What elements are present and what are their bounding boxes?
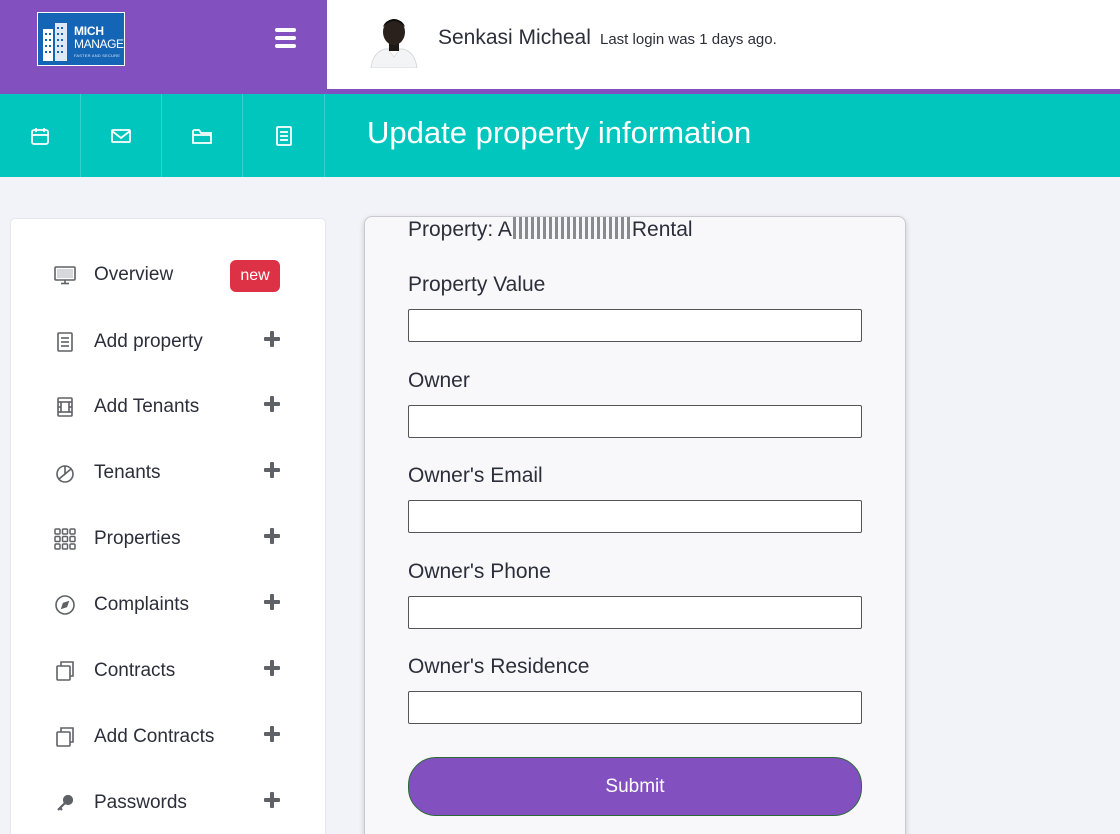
sidebar-item-properties[interactable]: Properties bbox=[11, 514, 327, 564]
calendar-icon[interactable] bbox=[0, 94, 81, 177]
sidebar-item-passwords[interactable]: Passwords bbox=[11, 778, 327, 828]
property-value-input[interactable] bbox=[408, 309, 862, 342]
copy-icon bbox=[51, 659, 79, 683]
mail-icon[interactable] bbox=[81, 94, 162, 177]
compass-icon bbox=[51, 593, 79, 617]
property-prefix: Property: A bbox=[408, 218, 512, 241]
owner-phone-input[interactable] bbox=[408, 596, 862, 629]
submit-button[interactable]: Submit bbox=[408, 757, 862, 816]
grid-icon bbox=[51, 527, 79, 551]
owner-label: Owner bbox=[408, 369, 470, 392]
expand-plus-icon[interactable] bbox=[263, 461, 281, 479]
owner-email-label: Owner's Email bbox=[408, 464, 543, 487]
last-login-text: Last login was 1 days ago. bbox=[600, 31, 777, 48]
expand-plus-icon[interactable] bbox=[263, 725, 281, 743]
owner-residence-label: Owner's Residence bbox=[408, 655, 590, 678]
sidebar-item-add-contracts[interactable]: Add Contracts bbox=[11, 712, 327, 762]
owner-input[interactable] bbox=[408, 405, 862, 438]
sidebar-item-tenants[interactable]: Tenants bbox=[11, 448, 327, 498]
expand-plus-icon[interactable] bbox=[263, 330, 281, 348]
property-suffix: Rental bbox=[631, 218, 693, 241]
sidebar-item-label: Tenants bbox=[94, 462, 161, 483]
page-title: Update property information bbox=[367, 115, 752, 150]
logo-text-line1: MICH bbox=[74, 24, 104, 38]
sidebar-item-add-tenants[interactable]: Add Tenants bbox=[11, 382, 327, 432]
copy-icon bbox=[51, 725, 79, 749]
sidebar-item-label: Overview bbox=[94, 264, 174, 285]
sidebar-item-contracts[interactable]: Contracts bbox=[11, 646, 327, 696]
sidebar-item-add-property[interactable]: Add property bbox=[11, 317, 327, 367]
logo-text-line2: MANAGE bbox=[74, 37, 124, 51]
sidebar-item-label: Contracts bbox=[94, 660, 176, 681]
expand-plus-icon[interactable] bbox=[263, 395, 281, 413]
sidebar: Overview new Add property Add Tenants Te… bbox=[10, 218, 326, 834]
expand-plus-icon[interactable] bbox=[263, 593, 281, 611]
new-badge: new bbox=[230, 260, 280, 292]
sidebar-item-label: Complaints bbox=[94, 594, 190, 615]
toolbar: Update property information bbox=[0, 94, 1120, 177]
expand-plus-icon[interactable] bbox=[263, 527, 281, 545]
hamburger-icon[interactable] bbox=[273, 26, 299, 52]
user-name: Senkasi Micheal bbox=[438, 26, 591, 49]
sidebar-item-complaints[interactable]: Complaints bbox=[11, 580, 327, 630]
sidebar-item-label: Properties bbox=[94, 528, 181, 549]
user-avatar[interactable] bbox=[365, 12, 423, 68]
pie-chart-icon bbox=[51, 461, 79, 485]
expand-plus-icon[interactable] bbox=[263, 791, 281, 809]
property-name: Property: A Rental bbox=[408, 217, 693, 242]
sidebar-item-label: Add property bbox=[94, 331, 203, 352]
expand-plus-icon[interactable] bbox=[263, 659, 281, 677]
brand-header: MICH MANAGE FASTER AND SECURE bbox=[0, 0, 327, 94]
key-icon bbox=[51, 791, 79, 815]
document-icon[interactable] bbox=[244, 94, 325, 177]
sidebar-item-overview[interactable]: Overview new bbox=[11, 250, 327, 300]
sidebar-item-label: Add Contracts bbox=[94, 726, 215, 747]
monitor-icon bbox=[51, 263, 79, 287]
owner-residence-input[interactable] bbox=[408, 691, 862, 724]
folder-icon[interactable] bbox=[162, 94, 243, 177]
sidebar-item-label: Passwords bbox=[94, 792, 187, 813]
mich-manage-logo[interactable]: MICH MANAGE FASTER AND SECURE bbox=[37, 12, 125, 66]
property-form-card: Property: A Rental Property Value Owner O… bbox=[364, 216, 906, 834]
film-icon bbox=[51, 395, 79, 419]
redacted-text bbox=[512, 217, 631, 239]
logo-tagline: FASTER AND SECURE bbox=[74, 53, 121, 58]
owner-email-input[interactable] bbox=[408, 500, 862, 533]
document-icon bbox=[51, 330, 79, 354]
building-logo-icon bbox=[43, 23, 67, 61]
property-value-label: Property Value bbox=[408, 273, 546, 296]
sidebar-item-label: Add Tenants bbox=[94, 396, 200, 417]
owner-phone-label: Owner's Phone bbox=[408, 560, 551, 583]
